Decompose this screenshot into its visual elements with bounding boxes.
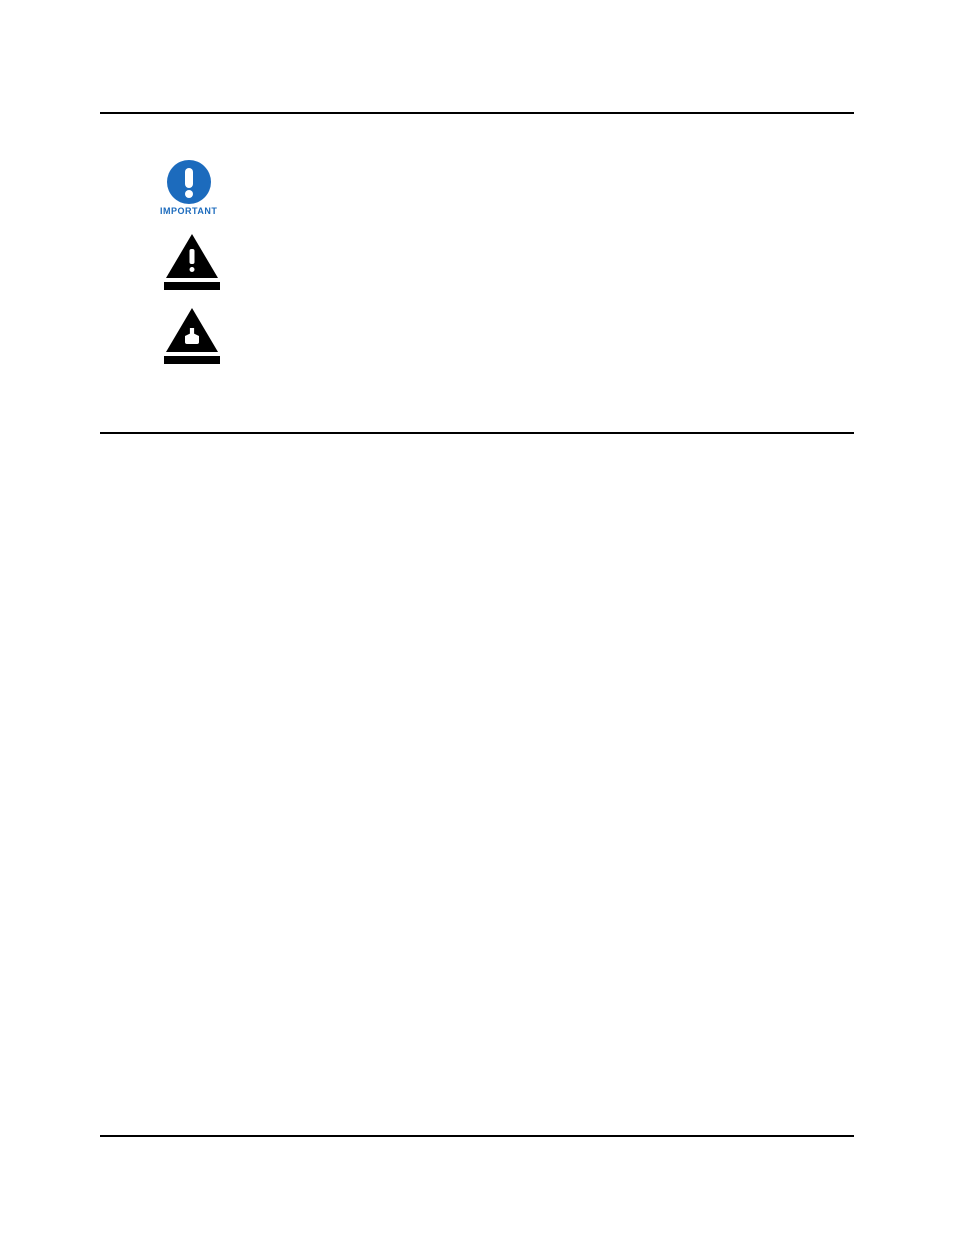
horizontal-rule	[100, 432, 854, 434]
horizontal-rule	[100, 112, 854, 114]
important-label: IMPORTANT	[160, 206, 217, 216]
important-icon: IMPORTANT	[160, 160, 217, 216]
important-icon-row: IMPORTANT	[160, 160, 224, 216]
warning-icon	[160, 308, 224, 364]
icon-column: IMPORTANT	[160, 160, 224, 364]
horizontal-rule	[100, 1135, 854, 1137]
caution-icon	[160, 234, 224, 290]
